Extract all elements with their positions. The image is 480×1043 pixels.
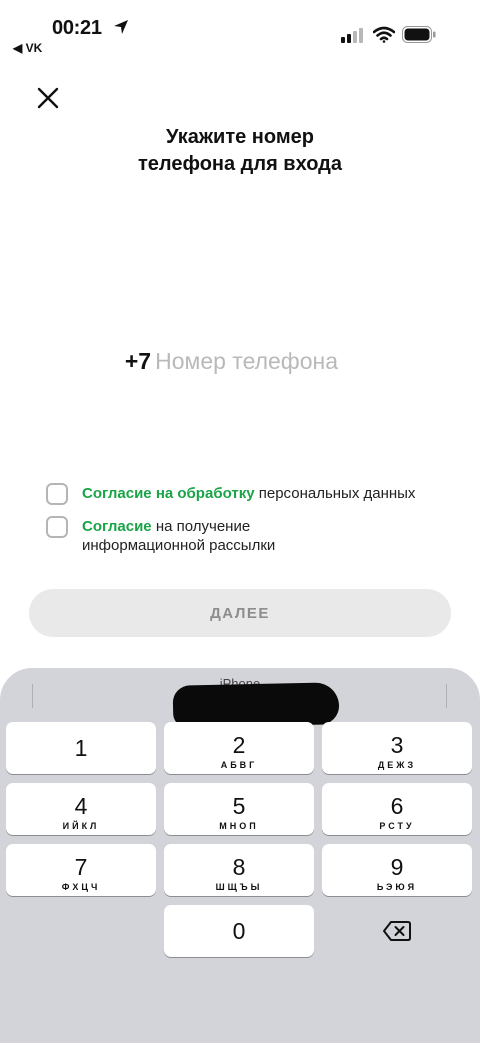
page-title-line2: телефона для входа	[137, 153, 342, 175]
status-time: 00:21	[52, 17, 102, 39]
phone-input-row: +7	[0, 348, 480, 375]
key-9[interactable]: 9 ЬЭЮЯ	[322, 844, 472, 896]
country-code-prefix: +7	[124, 348, 152, 374]
consent-personal-data: Согласие на обработку персональных данны…	[46, 483, 415, 505]
back-app-label: VK	[25, 41, 43, 55]
phone-number-input[interactable]	[155, 348, 356, 375]
delete-icon	[383, 921, 411, 941]
key-6-digit: 6	[390, 793, 404, 819]
key-9-letters: ЬЭЮЯ	[376, 882, 418, 892]
next-button[interactable]: ДАЛЕЕ	[29, 589, 451, 637]
key-8-digit: 8	[232, 854, 246, 880]
key-9-digit: 9	[390, 854, 404, 880]
key-3-digit: 3	[390, 732, 404, 758]
location-arrow-icon	[114, 20, 128, 34]
consent-newsletter-link[interactable]: Согласие	[82, 518, 152, 535]
redaction-mark	[172, 682, 340, 728]
key-8-letters: ШЩЪЫ	[215, 882, 263, 892]
close-icon	[37, 87, 59, 109]
key-7-letters: ФХЦЧ	[61, 882, 101, 892]
key-4-letters: ИЙКЛ	[62, 821, 100, 831]
status-bar: 00:21 ◀ VK	[0, 0, 480, 60]
consent-personal-data-text: Согласие на обработку персональных данны…	[82, 484, 415, 503]
key-5[interactable]: 5 МНОП	[164, 783, 314, 835]
consent-newsletter-checkbox[interactable]	[46, 516, 68, 538]
key-8[interactable]: 8 ШЩЪЫ	[164, 844, 314, 896]
key-5-digit: 5	[232, 793, 246, 819]
key-3[interactable]: 3 ДЕЖЗ	[322, 722, 472, 774]
signal-icon	[341, 28, 363, 43]
consent-personal-data-checkbox[interactable]	[46, 483, 68, 505]
key-4-digit: 4	[74, 793, 88, 819]
key-0[interactable]: 0	[164, 905, 314, 957]
key-6[interactable]: 6 РСТУ	[322, 783, 472, 835]
back-arrow-icon: ◀	[13, 41, 23, 55]
page-title: Укажите номер телефона для входа	[0, 124, 480, 178]
key-3-letters: ДЕЖЗ	[377, 760, 417, 770]
key-6-letters: РСТУ	[379, 821, 415, 831]
consent-personal-data-label: персональных данных	[254, 485, 416, 502]
consent-newsletter-text: Согласие на получение информационной рас…	[82, 517, 342, 555]
key-2[interactable]: 2 АБВГ	[164, 722, 314, 774]
key-7[interactable]: 7 ФХЦЧ	[6, 844, 156, 896]
consent-personal-data-link[interactable]: Согласие на обработку	[82, 485, 255, 502]
key-4[interactable]: 4 ИЙКЛ	[6, 783, 156, 835]
battery-icon	[402, 26, 436, 43]
key-1[interactable]: 1	[6, 722, 156, 774]
key-7-digit: 7	[74, 854, 88, 880]
page-title-line1: Укажите номер	[166, 126, 314, 148]
key-1-digit: 1	[74, 735, 88, 761]
delete-key[interactable]	[321, 905, 473, 957]
key-0-digit: 0	[232, 918, 246, 944]
key-5-letters: МНОП	[219, 821, 259, 831]
consent-newsletter: Согласие на получение информационной рас…	[46, 516, 342, 555]
wifi-icon	[373, 26, 395, 43]
key-2-digit: 2	[232, 732, 246, 758]
back-to-app-link[interactable]: ◀ VK	[13, 41, 42, 55]
keyboard-divider-right	[446, 684, 447, 708]
close-button[interactable]	[34, 84, 62, 112]
key-2-letters: АБВГ	[220, 760, 258, 770]
